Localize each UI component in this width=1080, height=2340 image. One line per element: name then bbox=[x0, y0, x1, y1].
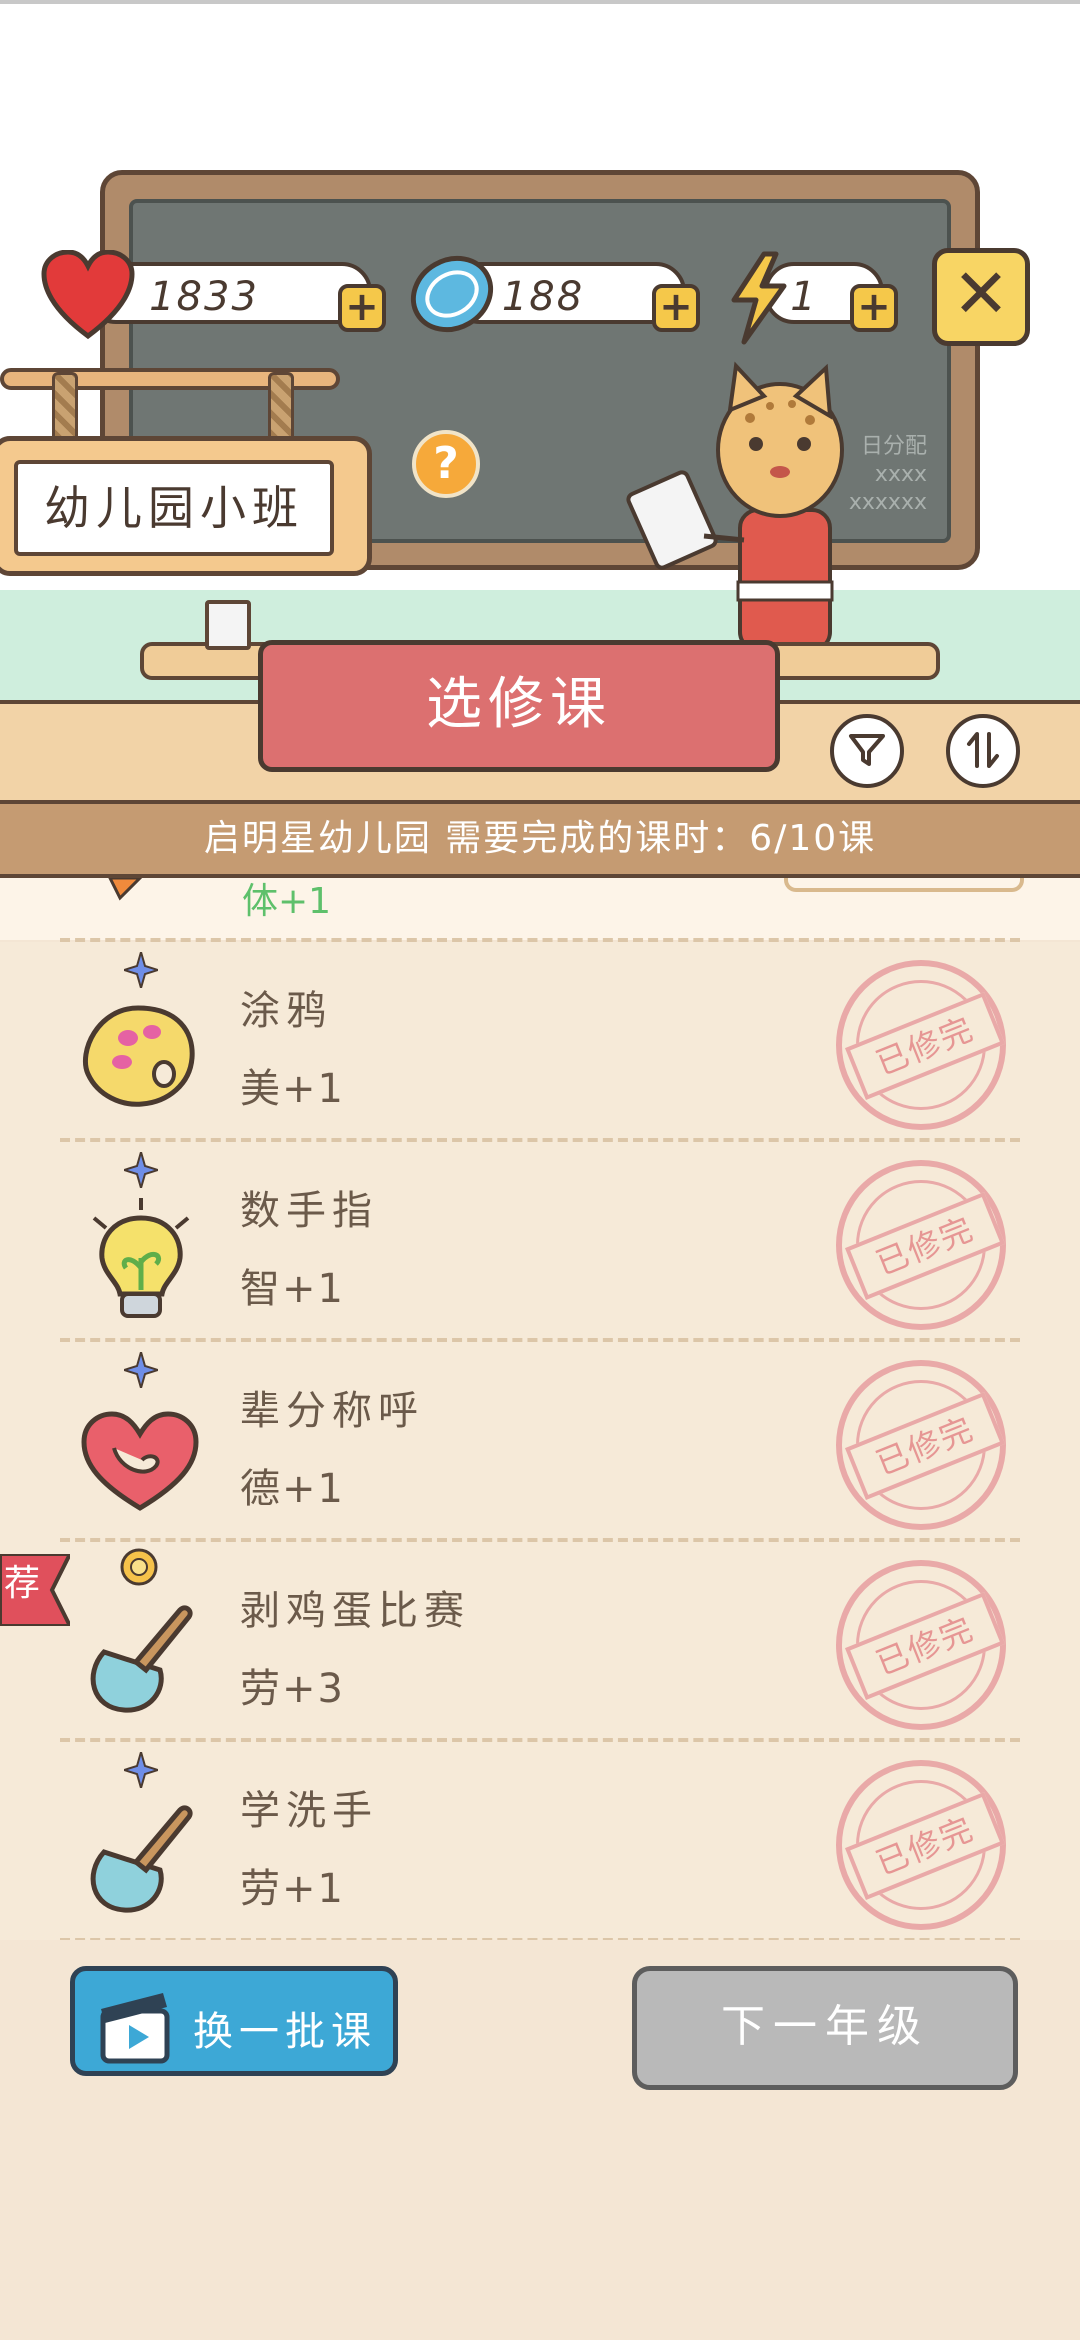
course-attr: 美+1 bbox=[240, 1066, 345, 1112]
completed-stamp: 已修完 bbox=[836, 1560, 1006, 1730]
course-row-egg-peeling-contest[interactable]: 荐 剥鸡蛋比赛 劳+3 已修完 bbox=[0, 1542, 1080, 1742]
course-attr: 劳+3 bbox=[240, 1666, 345, 1712]
heart-icon bbox=[41, 250, 135, 340]
course-attr: 智+1 bbox=[240, 1266, 345, 1312]
completed-stamp: 已修完 bbox=[836, 960, 1006, 1130]
lightbulb-icon bbox=[92, 1198, 190, 1318]
video-clapper-icon bbox=[100, 1993, 170, 2064]
recommended-tag-label: 荐 bbox=[4, 1563, 41, 1604]
filter-icon bbox=[849, 734, 885, 766]
shovel-icon bbox=[90, 1805, 193, 1913]
required-hours-info: 启明星幼儿园 需要完成的课时：6/10课 bbox=[0, 800, 1080, 878]
filter-button[interactable] bbox=[830, 714, 904, 788]
course-attr: 德+1 bbox=[240, 1466, 345, 1512]
course-name: 涂鸦 bbox=[240, 988, 332, 1034]
course-list[interactable]: 体+1 涂鸦 美+1 已修完 数手指 智+1 已修完 辈分称呼 德+1 已修完 … bbox=[0, 878, 1080, 1940]
blue-star-icon bbox=[124, 952, 158, 988]
completed-stamp: 已修完 bbox=[836, 1160, 1006, 1330]
cup bbox=[205, 600, 251, 650]
swap-courses-button[interactable]: 换一批课 bbox=[70, 1966, 398, 2076]
close-button[interactable]: ✕ bbox=[932, 248, 1030, 346]
sort-button[interactable] bbox=[946, 714, 1020, 788]
add-hearts-button[interactable]: + bbox=[338, 284, 386, 332]
partial-item-button bbox=[784, 878, 1024, 892]
elective-course-banner: 选修课 bbox=[258, 640, 780, 772]
course-row-doodle[interactable]: 涂鸦 美+1 已修完 bbox=[0, 942, 1080, 1142]
course-name: 辈分称呼 bbox=[240, 1388, 424, 1434]
blue-star-icon bbox=[124, 1752, 158, 1788]
course-row-family-titles[interactable]: 辈分称呼 德+1 已修完 bbox=[0, 1342, 1080, 1542]
classroom-scene: 日分配 xxxx xxxxxx 1833 + 188 + 1 + ✕ 幼儿园小班… bbox=[0, 0, 1080, 700]
course-row-learn-handwashing[interactable]: 学洗手 劳+1 已修完 bbox=[0, 1742, 1080, 1940]
teacher-leopard-character bbox=[626, 361, 844, 652]
blue-star-icon bbox=[124, 1152, 158, 1188]
partial-item-attr: 体+1 bbox=[242, 881, 332, 922]
row-divider bbox=[60, 1938, 1020, 1940]
next-grade-button[interactable]: 下一年级 bbox=[632, 1966, 1018, 2090]
course-row-counting-fingers[interactable]: 数手指 智+1 已修完 bbox=[0, 1142, 1080, 1342]
list-item-partial: 体+1 bbox=[0, 878, 1080, 940]
top-border bbox=[0, 0, 1080, 4]
heart-hands-icon bbox=[81, 1411, 199, 1511]
class-name-label: 幼儿园小班 bbox=[14, 460, 334, 556]
add-energy-button[interactable]: + bbox=[850, 284, 898, 332]
course-attr: 劳+1 bbox=[240, 1866, 345, 1912]
swap-courses-label: 换一批课 bbox=[193, 2009, 377, 2055]
course-name: 数手指 bbox=[240, 1188, 378, 1234]
coin-icon bbox=[410, 255, 494, 333]
course-name: 剥鸡蛋比赛 bbox=[240, 1588, 470, 1634]
partial-item-icon bbox=[108, 878, 143, 901]
help-button[interactable]: ? bbox=[412, 430, 480, 498]
completed-stamp: 已修完 bbox=[836, 1760, 1006, 1930]
sort-icon bbox=[967, 732, 999, 768]
gold-flower-icon bbox=[120, 1548, 158, 1586]
blue-star-icon bbox=[124, 1352, 158, 1388]
add-coins-button[interactable]: + bbox=[652, 284, 700, 332]
shovel-icon bbox=[90, 1605, 193, 1713]
completed-stamp: 已修完 bbox=[836, 1360, 1006, 1530]
course-name: 学洗手 bbox=[240, 1788, 378, 1834]
palette-icon bbox=[82, 1005, 195, 1107]
lightning-icon bbox=[731, 251, 787, 345]
